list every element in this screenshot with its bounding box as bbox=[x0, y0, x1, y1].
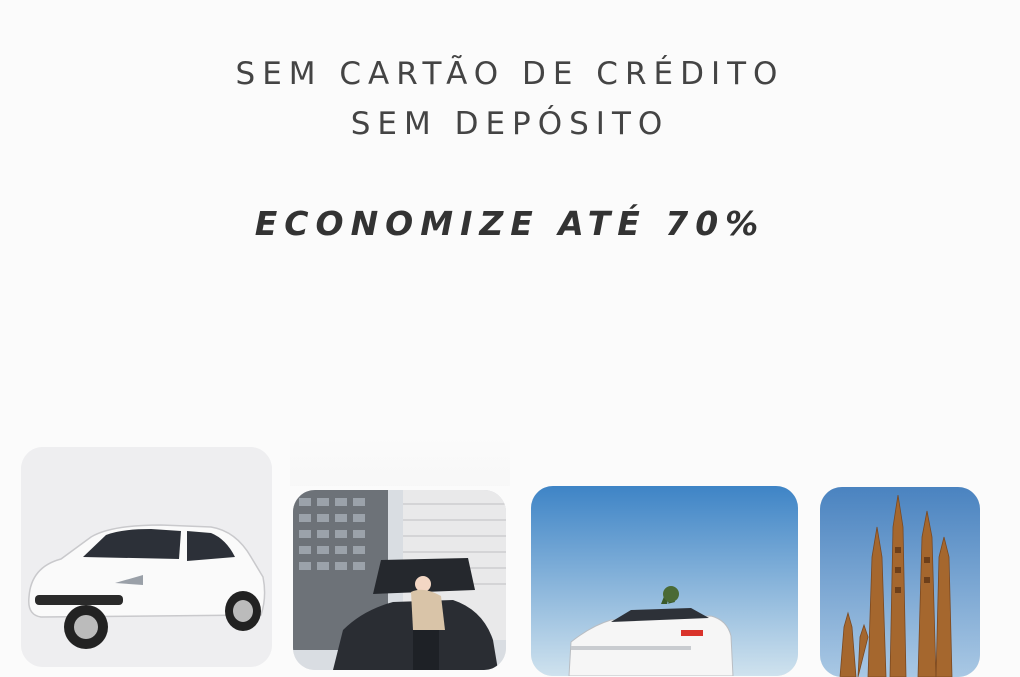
save-up-to-text: ECONOMIZE ATÉ 70% bbox=[254, 204, 766, 243]
white-hatchback-car-image bbox=[21, 447, 272, 667]
card-city-trunk[interactable] bbox=[293, 490, 506, 670]
person-loading-car-trunk-city-image bbox=[293, 490, 506, 670]
white-suv-blue-sky-image bbox=[531, 486, 798, 676]
card-sagrada-familia[interactable] bbox=[820, 487, 980, 677]
sagrada-familia-barcelona-image bbox=[820, 487, 980, 677]
decorative-shadow bbox=[290, 436, 510, 486]
logo-fragment bbox=[150, 0, 220, 20]
card-white-suv[interactable] bbox=[531, 486, 798, 676]
no-deposit-text: SEM DEPÓSITO bbox=[350, 106, 670, 142]
no-credit-card-text: SEM CARTÃO DE CRÉDITO bbox=[235, 56, 785, 92]
card-white-hatchback[interactable] bbox=[21, 447, 272, 667]
